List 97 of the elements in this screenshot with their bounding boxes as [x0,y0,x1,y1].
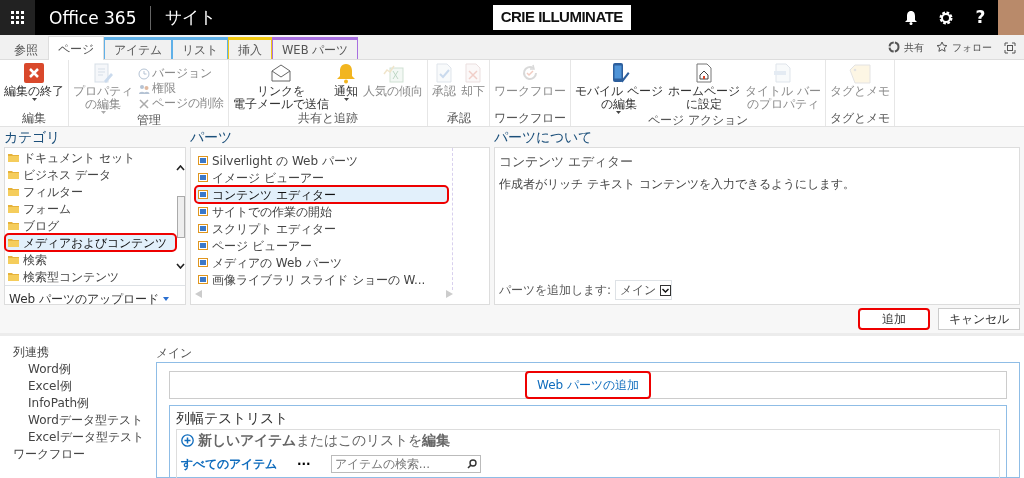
scroll-up-icon[interactable] [176,165,185,171]
category-item[interactable]: フォーム [5,200,176,217]
add-icon[interactable] [181,434,194,447]
document-edit-icon [92,62,114,84]
document-settings-icon [771,62,794,84]
cancel-button[interactable]: キャンセル [938,308,1020,330]
nav-link[interactable]: 列連携 [13,344,156,361]
category-item[interactable]: 検索型コンテンツ [5,268,176,285]
follow-button[interactable]: フォロー [932,39,996,55]
ribbon-group-label: ページ アクション [647,113,748,127]
category-item[interactable]: ブログ [5,217,176,234]
zone-title: メイン [156,345,193,362]
web-part-item[interactable]: コンテンツ エディター [195,186,448,203]
ribbon-button[interactable]: 編集の終了 [2,62,66,112]
dropdown-icon [660,284,672,296]
folder-icon [8,187,19,196]
web-part-item[interactable]: ページ ビューアー [195,237,448,254]
section-heading: パーツ [190,129,232,145]
web-part-item[interactable]: メディアの Web パーツ [195,254,448,271]
category-item[interactable]: 検索 [5,251,176,268]
section-heading: パーツについて [494,129,592,145]
new-item-text: 新しいアイテムまたはこのリストを編集 [198,431,450,450]
ribbon-tab[interactable]: リスト [172,37,228,59]
waffle-icon [11,11,24,24]
help-button[interactable]: ? [963,0,998,35]
view-link[interactable]: すべてのアイテム [181,455,277,473]
ribbon-button[interactable]: 通知 [332,62,360,112]
ribbon-button[interactable]: モバイル ページ の編集 [573,62,665,114]
folder-icon [8,170,19,179]
part-description: 作成者がリッチ テキスト コンテンツを入力できるようにします。 [499,175,856,193]
web-part-item[interactable]: スクリプト エディター [195,220,448,237]
ribbon-group-label: 共有と追跡 [298,111,358,125]
web-part-item[interactable]: イメージ ビューアー [195,169,448,186]
delete-icon [138,97,150,110]
nav-link[interactable]: Word例 [13,361,156,378]
nav-link[interactable]: InfoPath例 [13,395,156,412]
ribbon-button[interactable]: リンクを 電子メールで送信 [231,62,331,112]
ribbon-tab[interactable]: ページ [48,36,104,60]
close-icon [23,62,45,84]
people-icon [138,82,150,95]
ribbon-group-label: 管理 [136,113,161,127]
category-item[interactable]: ドキュメント セット [5,149,176,166]
folder-icon [8,153,19,162]
envelope-icon [270,62,292,84]
nav-link[interactable]: Wordデータ型テスト [13,412,156,429]
add-button[interactable]: 追加 [858,308,930,330]
folder-icon [8,204,19,213]
caret-icon [163,297,169,301]
folder-icon [8,255,19,264]
ribbon-tab[interactable]: アイテム [104,37,172,59]
folder-icon [8,272,19,281]
ribbon-group-label: 承認 [446,111,471,125]
app-title: Office 365 [35,5,152,30]
part-title: コンテンツ エディター [499,153,635,171]
site-title: サイト [164,5,218,29]
scrollbar-thumb-icon[interactable] [176,196,185,238]
ribbon-group-label: 編集 [22,111,46,125]
search-icon [466,459,477,469]
add-web-part-link[interactable]: Web パーツの追加 [525,371,651,399]
clock-icon [138,67,150,80]
web-part-item[interactable]: Silverlight の Web パーツ [195,152,448,169]
ribbon-tab[interactable]: 参照 [4,37,48,59]
sync-icon [888,41,900,53]
bell-icon [335,62,357,84]
search-field[interactable]: アイテムの検索... [330,455,481,473]
tag-icon [848,62,871,84]
nav-link[interactable]: Excel例 [13,378,156,395]
category-item[interactable]: メディアおよびコンテンツ [5,234,176,251]
web-part-item[interactable]: 画像ライブラリ スライド ショーの W... [195,271,448,288]
web-part-item[interactable]: サイトでの作業の開始 [195,203,448,220]
zone-select[interactable]: メイン [615,280,673,300]
category-item[interactable]: フィルター [5,183,176,200]
ribbon-group-label: ワークフロー [494,111,566,125]
folder-icon [8,238,19,247]
focus-icon [1004,41,1016,54]
category-item[interactable]: ビジネス データ [5,166,176,183]
more-options-button[interactable]: ··· [293,455,315,473]
ribbon-button[interactable]: ホームページ に設定 [665,62,742,114]
app-launcher-button[interactable] [0,0,35,35]
folder-icon [8,221,19,230]
share-button[interactable]: 共有 [884,39,928,55]
section-heading: カテゴリ [4,129,60,145]
bell-icon [903,10,918,25]
logo-text: CRIE ILLUMINATE [492,5,631,30]
document-check-icon [433,62,455,84]
gear-icon [937,9,954,26]
star-icon [936,41,948,53]
scroll-down-icon[interactable] [176,263,185,269]
ribbon-group-label: タグとメモ [829,111,890,125]
list-title: 列幅テストリスト [176,409,289,428]
ribbon-tab[interactable]: 挿入 [228,37,272,59]
document-x-icon [462,62,484,84]
nav-link[interactable]: ワークフロー [13,446,156,463]
zone-label: パーツを追加します: [499,282,612,299]
nav-link[interactable]: Excelデータ型テスト [13,429,156,446]
ribbon-tab[interactable]: WEB パーツ [272,37,359,59]
upload-link[interactable]: Web パーツのアップロード [9,290,169,308]
